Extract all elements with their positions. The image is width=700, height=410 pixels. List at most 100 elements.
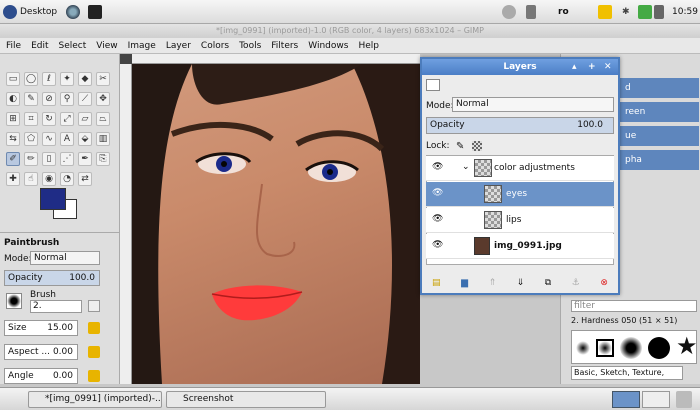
crop-icon[interactable]: ⌗ — [24, 112, 38, 126]
power-icon[interactable] — [502, 4, 516, 20]
flip-icon[interactable]: ⇆ — [6, 132, 20, 146]
image-canvas[interactable] — [132, 64, 420, 384]
minimize-icon[interactable]: ▴ — [572, 59, 577, 75]
blur-icon[interactable]: ◉ — [42, 172, 56, 186]
fedora-logo-icon[interactable] — [3, 4, 17, 20]
add-tab-icon[interactable]: + — [588, 59, 596, 75]
smudge-icon[interactable]: ☝ — [24, 172, 38, 186]
scale-icon[interactable]: ⤢ — [60, 112, 74, 126]
reset-angle-icon[interactable] — [88, 370, 100, 382]
raise-layer-icon[interactable]: ⇑ — [489, 278, 497, 288]
brush-preview[interactable] — [6, 293, 22, 309]
opacity-slider[interactable]: Opacity 100.0 — [4, 270, 100, 286]
workspace-1[interactable] — [612, 391, 640, 408]
delete-layer-icon[interactable]: ⊗ — [600, 278, 608, 288]
perspective-icon[interactable]: ⏢ — [96, 112, 110, 126]
color-swap-icon[interactable]: ⇄ — [78, 172, 92, 186]
menu-view[interactable]: View — [96, 41, 117, 51]
menu-filters[interactable]: Filters — [271, 41, 298, 51]
trash-icon[interactable] — [676, 391, 692, 408]
clone-icon[interactable]: ⎘ — [96, 152, 110, 166]
ink-icon[interactable]: ✒ — [78, 152, 92, 166]
menu-select[interactable]: Select — [59, 41, 87, 51]
brush-filter-input[interactable]: filter — [571, 300, 697, 312]
layer-row[interactable]: 👁 ⌄ color adjustments — [426, 156, 614, 181]
menu-windows[interactable]: Windows — [308, 41, 348, 51]
menu-edit[interactable]: Edit — [31, 41, 48, 51]
brush-selected-icon[interactable] — [596, 339, 614, 357]
edit-brush-icon[interactable] — [88, 300, 100, 312]
task-screenshot[interactable]: Screenshot — [166, 391, 326, 408]
layers-tab-icon[interactable] — [426, 79, 440, 91]
scissors-icon[interactable]: ✂ — [96, 72, 110, 86]
volume-icon[interactable] — [654, 4, 664, 20]
angle-field[interactable]: Angle 0.00 — [4, 368, 78, 384]
measure-icon[interactable]: ⟋ — [78, 92, 92, 106]
warp-icon[interactable]: ∿ — [42, 132, 56, 146]
menu-help[interactable]: Help — [358, 41, 379, 51]
size-field[interactable]: Size 15.00 — [4, 320, 78, 336]
mail-icon[interactable] — [598, 4, 612, 20]
text-icon[interactable]: A — [60, 132, 74, 146]
browser-launcher-icon[interactable] — [66, 4, 80, 20]
eye-icon[interactable]: 👁 — [432, 214, 443, 224]
move-icon[interactable]: ✥ — [96, 92, 110, 106]
fuzzy-select-icon[interactable]: ✦ — [60, 72, 74, 86]
color-picker-icon[interactable]: ⊘ — [42, 92, 56, 106]
bucket-fill-icon[interactable]: ⬙ — [78, 132, 92, 146]
layer-row[interactable]: 👁 lips — [426, 208, 614, 233]
anchor-layer-icon[interactable]: ⚓ — [572, 278, 580, 288]
mode-select[interactable]: Normal — [30, 251, 100, 265]
keyboard-layout[interactable]: ro — [558, 4, 569, 20]
lock-alpha-icon[interactable] — [472, 141, 482, 151]
menu-colors[interactable]: Colors — [201, 41, 229, 51]
reset-aspect-icon[interactable] — [88, 346, 100, 358]
eraser-icon[interactable]: ▯ — [42, 152, 56, 166]
menu-file[interactable]: File — [6, 41, 21, 51]
usb-drive-icon[interactable] — [526, 4, 536, 20]
paths-icon[interactable]: ✎ — [24, 92, 38, 106]
menu-layer[interactable]: Layer — [166, 41, 191, 51]
pencil-icon[interactable]: ✏ — [24, 152, 38, 166]
eye-icon[interactable]: 👁 — [432, 188, 443, 198]
duplicate-layer-icon[interactable]: ⧉ — [545, 278, 551, 288]
task-gimp[interactable]: *[img_0991] (imported)-... — [28, 391, 162, 408]
zoom-icon[interactable]: ⚲ — [60, 92, 74, 106]
menu-image[interactable]: Image — [128, 41, 156, 51]
cage-icon[interactable]: ⬠ — [24, 132, 38, 146]
blend-icon[interactable]: ▥ — [96, 132, 110, 146]
brush-tags-field[interactable]: Basic, Sketch, Texture, — [571, 366, 683, 380]
brush-grid[interactable]: ★ — [571, 330, 698, 364]
align-icon[interactable]: ⊞ — [6, 112, 20, 126]
network-icon[interactable] — [638, 4, 652, 20]
shear-icon[interactable]: ▱ — [78, 112, 92, 126]
aspect-field[interactable]: Aspect ... 0.00 — [4, 344, 78, 360]
airbrush-icon[interactable]: ⋰ — [60, 152, 74, 166]
foreground-select-icon[interactable]: ◐ — [6, 92, 20, 106]
bluetooth-icon[interactable]: ✱ — [622, 4, 630, 20]
menu-tools[interactable]: Tools — [239, 41, 261, 51]
brush-name-field[interactable]: 2. Hardness — [30, 300, 82, 313]
chevron-down-icon[interactable]: ⌄ — [462, 162, 470, 172]
brush-hard-icon[interactable] — [648, 337, 670, 359]
free-select-icon[interactable]: ℓ — [42, 72, 56, 86]
eye-icon[interactable]: 👁 — [432, 240, 443, 250]
layers-dialog-header[interactable]: Layers ▴ + ✕ — [422, 59, 618, 75]
desktop-menu[interactable]: Desktop — [20, 4, 70, 20]
rotate-icon[interactable]: ↻ — [42, 112, 56, 126]
brush-star-icon[interactable]: ★ — [676, 333, 698, 359]
brush-fuzzy-icon[interactable] — [620, 337, 642, 359]
terminal-launcher-icon[interactable] — [88, 4, 102, 20]
color-select-icon[interactable]: ◆ — [78, 72, 92, 86]
rect-select-icon[interactable]: ▭ — [6, 72, 20, 86]
new-layer-group-icon[interactable]: ▆ — [461, 278, 468, 288]
paintbrush-icon[interactable]: ✐ — [6, 152, 20, 166]
new-layer-icon[interactable]: ▤ — [432, 278, 441, 288]
layer-row[interactable]: 👁 eyes — [426, 182, 614, 207]
lower-layer-icon[interactable]: ⇓ — [517, 278, 525, 288]
layer-opacity-slider[interactable]: Opacity 100.0 — [426, 117, 614, 134]
reset-size-icon[interactable] — [88, 322, 100, 334]
clock[interactable]: 10:59 — [672, 4, 698, 20]
layer-mode-select[interactable]: Normal — [452, 97, 614, 112]
lock-pixels-icon[interactable]: ✎ — [456, 141, 464, 152]
